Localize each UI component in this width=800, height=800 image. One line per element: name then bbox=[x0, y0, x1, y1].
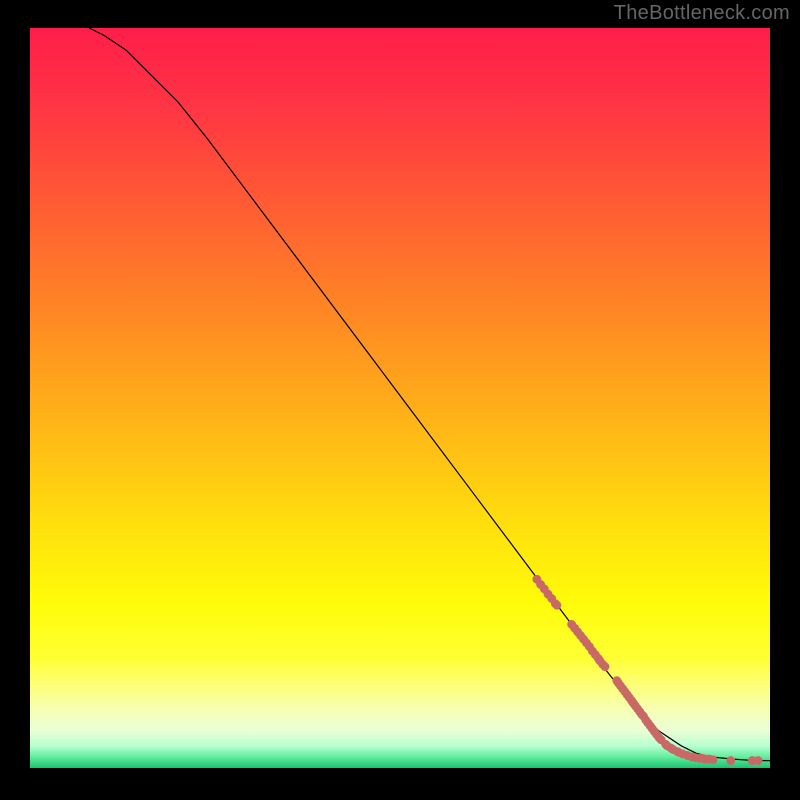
watermark-text: TheBottleneck.com bbox=[614, 2, 790, 25]
gradient-background bbox=[30, 28, 770, 768]
data-dot bbox=[727, 756, 735, 764]
data-dot bbox=[754, 756, 762, 764]
data-dot bbox=[601, 662, 609, 670]
plot-svg bbox=[30, 28, 770, 768]
plot-area bbox=[30, 28, 770, 768]
chart-stage: TheBottleneck.com bbox=[0, 0, 800, 800]
data-dot bbox=[553, 601, 561, 609]
data-dot bbox=[709, 756, 717, 764]
